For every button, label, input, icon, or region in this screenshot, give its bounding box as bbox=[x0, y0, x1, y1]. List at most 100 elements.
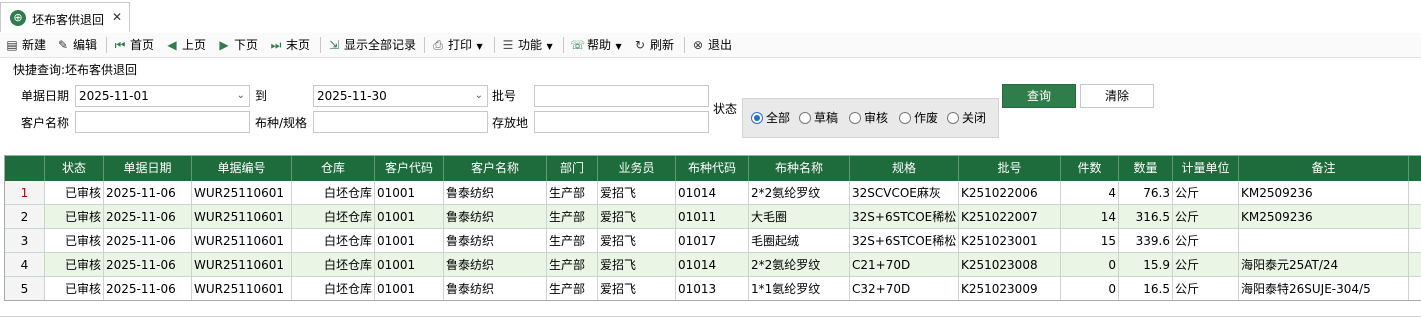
exit-button[interactable]: ⊗ 退出 bbox=[691, 36, 732, 54]
table-cell[interactable]: 爱招飞 bbox=[598, 253, 676, 277]
table-cell[interactable]: 2025-11-06 bbox=[104, 229, 192, 253]
table-cell[interactable]: 白坯仓库 bbox=[292, 229, 375, 253]
table-cell[interactable]: 海阳泰元25AT/24 bbox=[1239, 253, 1409, 277]
column-header[interactable]: 备注 bbox=[1239, 156, 1409, 181]
table-cell[interactable]: 16.5 bbox=[1119, 277, 1173, 300]
table-cell[interactable]: 01017 bbox=[676, 229, 749, 253]
column-header[interactable]: 仓库 bbox=[292, 156, 375, 181]
print-button[interactable]: ⎙ 打印 ▼ bbox=[431, 36, 483, 54]
table-cell[interactable]: 鲁泰纺织 bbox=[444, 181, 547, 205]
table-cell[interactable] bbox=[1239, 229, 1409, 253]
table-row[interactable]: 2 已审核 2025-11-06 WUR25110601 白坯仓库 01001 鲁泰纺织 生产… bbox=[5, 205, 1421, 229]
function-menu-button[interactable]: ☰ 功能 ▼ bbox=[501, 36, 553, 54]
table-cell[interactable]: 15.9 bbox=[1119, 253, 1173, 277]
table-cell[interactable]: WUR25110601 bbox=[192, 277, 292, 300]
clear-button[interactable]: 清除 bbox=[1080, 84, 1154, 108]
batch-input[interactable] bbox=[534, 85, 709, 107]
table-cell[interactable]: 14 bbox=[1061, 205, 1119, 229]
table-cell[interactable]: K251023009 bbox=[959, 277, 1061, 300]
column-header[interactable]: 数量 bbox=[1119, 156, 1173, 181]
table-cell[interactable]: 01001 bbox=[375, 253, 444, 277]
table-cell[interactable]: 白坯仓库 bbox=[292, 253, 375, 277]
table-cell[interactable]: 毛圈起绒 bbox=[749, 229, 850, 253]
show-all-button[interactable]: ⇲ 显示全部记录 bbox=[327, 36, 416, 54]
table-cell[interactable]: K251022006 bbox=[959, 181, 1061, 205]
status-radio-draft[interactable]: 草稿 bbox=[799, 111, 838, 125]
table-cell[interactable]: 316.5 bbox=[1119, 205, 1173, 229]
table-cell[interactable]: WUR25110601 bbox=[192, 229, 292, 253]
column-header[interactable]: 布种代码 bbox=[676, 156, 749, 181]
table-cell[interactable]: 公斤 bbox=[1173, 253, 1239, 277]
table-cell[interactable]: 已审核 bbox=[45, 205, 104, 229]
row-number[interactable]: 4 bbox=[5, 253, 45, 277]
close-icon[interactable]: ✕ bbox=[112, 10, 122, 24]
row-number[interactable]: 3 bbox=[5, 229, 45, 253]
table-cell[interactable]: 生产部 bbox=[547, 253, 598, 277]
table-cell[interactable]: 爱招飞 bbox=[598, 205, 676, 229]
column-header[interactable]: 批号 bbox=[959, 156, 1061, 181]
table-cell[interactable]: 1*1氨纶罗纹 bbox=[749, 277, 850, 300]
table-cell[interactable]: K251023001 bbox=[959, 229, 1061, 253]
column-header[interactable]: 业务员 bbox=[598, 156, 676, 181]
table-cell[interactable]: 鲁泰纺织 bbox=[444, 253, 547, 277]
table-cell[interactable]: 已审核 bbox=[45, 181, 104, 205]
column-header[interactable]: 部门 bbox=[547, 156, 598, 181]
status-radio-void[interactable]: 作废 bbox=[899, 111, 938, 125]
table-cell[interactable]: 01001 bbox=[375, 277, 444, 300]
table-cell[interactable]: 生产部 bbox=[547, 205, 598, 229]
table-cell[interactable]: 2025-11-06 bbox=[104, 205, 192, 229]
table-cell[interactable]: 爱招飞 bbox=[598, 229, 676, 253]
refresh-button[interactable]: ↻ 刷新 bbox=[633, 36, 674, 54]
table-cell[interactable]: 生产部 bbox=[547, 181, 598, 205]
table-cell[interactable]: 01001 bbox=[375, 205, 444, 229]
table-cell[interactable]: 已审核 bbox=[45, 229, 104, 253]
table-cell[interactable]: 生产部 bbox=[547, 229, 598, 253]
table-cell[interactable]: 大毛圈 bbox=[749, 205, 850, 229]
table-cell[interactable]: WUR25110601 bbox=[192, 253, 292, 277]
prev-page-button[interactable]: ◀ 上页 bbox=[165, 36, 206, 54]
table-cell[interactable]: 公斤 bbox=[1173, 181, 1239, 205]
status-radio-approved[interactable]: 审核 bbox=[849, 111, 888, 125]
new-button[interactable]: ▤ 新建 bbox=[5, 36, 46, 54]
table-cell[interactable]: 2*2氨纶罗纹 bbox=[749, 253, 850, 277]
fabric-spec-input[interactable] bbox=[313, 111, 488, 133]
row-number[interactable]: 5 bbox=[5, 277, 45, 300]
table-cell[interactable]: KM2509236 bbox=[1239, 181, 1409, 205]
table-cell[interactable]: KM2509236 bbox=[1239, 205, 1409, 229]
table-cell[interactable]: 鲁泰纺织 bbox=[444, 205, 547, 229]
date-to-field[interactable]: 2025-11-30 ⌄ bbox=[313, 85, 488, 107]
help-menu-button[interactable]: ☏ 帮助 ▼ bbox=[570, 36, 622, 54]
table-cell[interactable]: 2025-11-06 bbox=[104, 253, 192, 277]
last-page-button[interactable]: ⏭ 末页 bbox=[269, 36, 310, 54]
table-cell[interactable]: 0 bbox=[1061, 253, 1119, 277]
table-cell[interactable]: C21+70D bbox=[850, 253, 959, 277]
table-cell[interactable]: 公斤 bbox=[1173, 205, 1239, 229]
table-cell[interactable]: C32+70D bbox=[850, 277, 959, 300]
table-cell[interactable]: WUR25110601 bbox=[192, 205, 292, 229]
table-cell[interactable]: 01001 bbox=[375, 181, 444, 205]
table-cell[interactable]: 2025-11-06 bbox=[104, 181, 192, 205]
table-row[interactable]: 1 已审核 2025-11-06 WUR25110601 白坯仓库 01001 鲁泰纺织 生产… bbox=[5, 181, 1421, 205]
table-cell[interactable]: K251022007 bbox=[959, 205, 1061, 229]
first-page-button[interactable]: ⏮ 首页 bbox=[113, 36, 154, 54]
table-cell[interactable]: 01011 bbox=[676, 205, 749, 229]
storage-input[interactable] bbox=[534, 111, 709, 133]
table-cell[interactable]: 32S+6STCOE稀松 bbox=[850, 205, 959, 229]
status-radio-all[interactable]: 全部 bbox=[751, 111, 790, 125]
table-cell[interactable]: 白坯仓库 bbox=[292, 277, 375, 300]
table-cell[interactable]: 4 bbox=[1061, 181, 1119, 205]
table-cell[interactable]: WUR25110601 bbox=[192, 181, 292, 205]
date-from-field[interactable]: 2025-11-01 ⌄ bbox=[75, 85, 250, 107]
row-number[interactable]: 1 bbox=[5, 181, 45, 205]
customer-input[interactable] bbox=[75, 111, 250, 133]
edit-button[interactable]: ✎ 编辑 bbox=[56, 36, 97, 54]
chevron-down-icon[interactable]: ⌄ bbox=[237, 86, 245, 106]
status-radio-closed[interactable]: 关闭 bbox=[947, 111, 986, 125]
table-cell[interactable]: 海阳泰特26SUJE-304/5 bbox=[1239, 277, 1409, 300]
table-cell[interactable]: 鲁泰纺织 bbox=[444, 229, 547, 253]
table-cell[interactable]: 已审核 bbox=[45, 253, 104, 277]
table-cell[interactable]: 32SCVCOE麻灰 bbox=[850, 181, 959, 205]
next-page-button[interactable]: ▶ 下页 bbox=[217, 36, 258, 54]
column-header[interactable]: 布种名称 bbox=[749, 156, 850, 181]
column-header[interactable]: 客户名称 bbox=[444, 156, 547, 181]
